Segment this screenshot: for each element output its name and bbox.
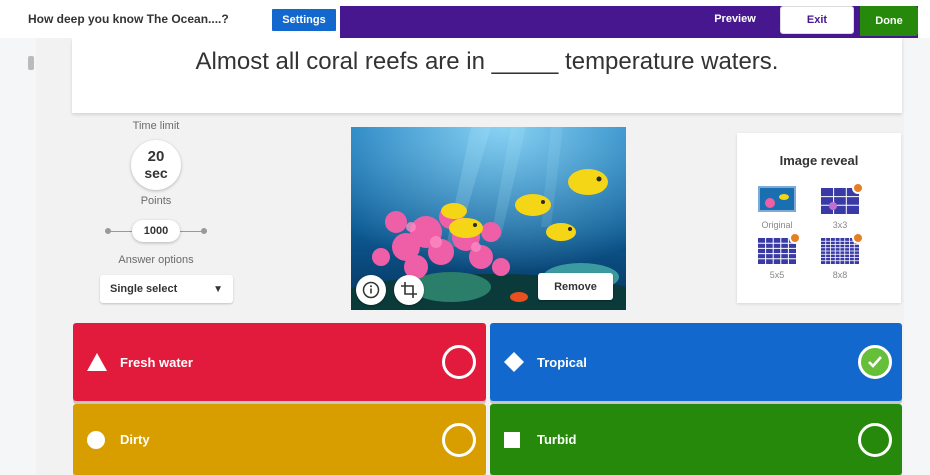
points-slider-min-dot[interactable] [105,228,111,234]
scroll-handle[interactable] [28,56,34,70]
answer-option-1[interactable]: Fresh water [73,323,486,401]
lock-badge-icon [852,232,864,244]
answer-option-2[interactable]: Tropical [490,323,902,401]
settings-button[interactable]: Settings [270,7,338,33]
reveal-original-label: Original [761,220,793,230]
answer-options-select[interactable]: Single select ▼ [100,275,233,303]
exit-button[interactable]: Exit [780,6,854,34]
correct-toggle-circle[interactable] [442,345,476,379]
question-text[interactable]: Almost all coral reefs are in _____ temp… [196,48,779,76]
points-slider-max-dot[interactable] [201,228,207,234]
diamond-icon [504,352,524,372]
time-limit-value: 20 [147,148,165,165]
reveal-5x5-label: 5x5 [769,270,785,280]
quiz-title[interactable]: How deep you know The Ocean....? [28,12,229,26]
square-icon [504,431,520,448]
answer-option-3[interactable]: Dirty [73,404,486,475]
reveal-original-thumb[interactable] [758,186,796,212]
reveal-3x3-label: 3x3 [832,220,848,230]
correct-toggle-circle[interactable] [858,422,892,457]
answer-option-4-text[interactable]: Turbid [537,432,576,447]
lock-badge-icon [852,182,864,194]
time-limit-selector[interactable]: 20 sec [131,140,181,190]
left-gutter [0,0,36,475]
answer-option-2-text[interactable]: Tropical [537,355,587,370]
time-limit-unit: sec [144,165,168,181]
circle-icon [87,430,105,449]
question-card[interactable]: Almost all coral reefs are in _____ temp… [72,38,902,113]
reveal-8x8-label: 8x8 [832,270,848,280]
right-gutter [904,0,930,475]
triangle-icon [87,353,107,371]
caret-down-icon: ▼ [213,284,223,295]
header: How deep you know The Ocean....? Setting… [0,0,930,38]
points-label: Points [140,195,172,207]
crop-icon[interactable] [394,275,424,305]
answer-options-value: Single select [110,283,178,295]
answer-option-4[interactable]: Turbid [490,404,902,475]
time-limit-label: Time limit [132,120,180,132]
answer-option-3-text[interactable]: Dirty [120,432,150,447]
preview-button[interactable]: Preview [697,6,773,32]
image-reveal-panel: Image reveal Original 3x3 5x5 8x8 [737,133,901,303]
remove-image-button[interactable]: Remove [538,273,613,300]
done-button[interactable]: Done [860,6,918,36]
correct-toggle-circle[interactable] [442,422,476,457]
info-icon[interactable] [356,275,386,305]
lock-badge-icon [789,232,801,244]
answer-option-1-text[interactable]: Fresh water [120,355,193,370]
image-reveal-title: Image reveal [779,153,859,168]
answer-options-label: Answer options [118,254,194,266]
points-selector[interactable]: 1000 [132,220,180,242]
correct-check-icon[interactable] [858,345,892,379]
